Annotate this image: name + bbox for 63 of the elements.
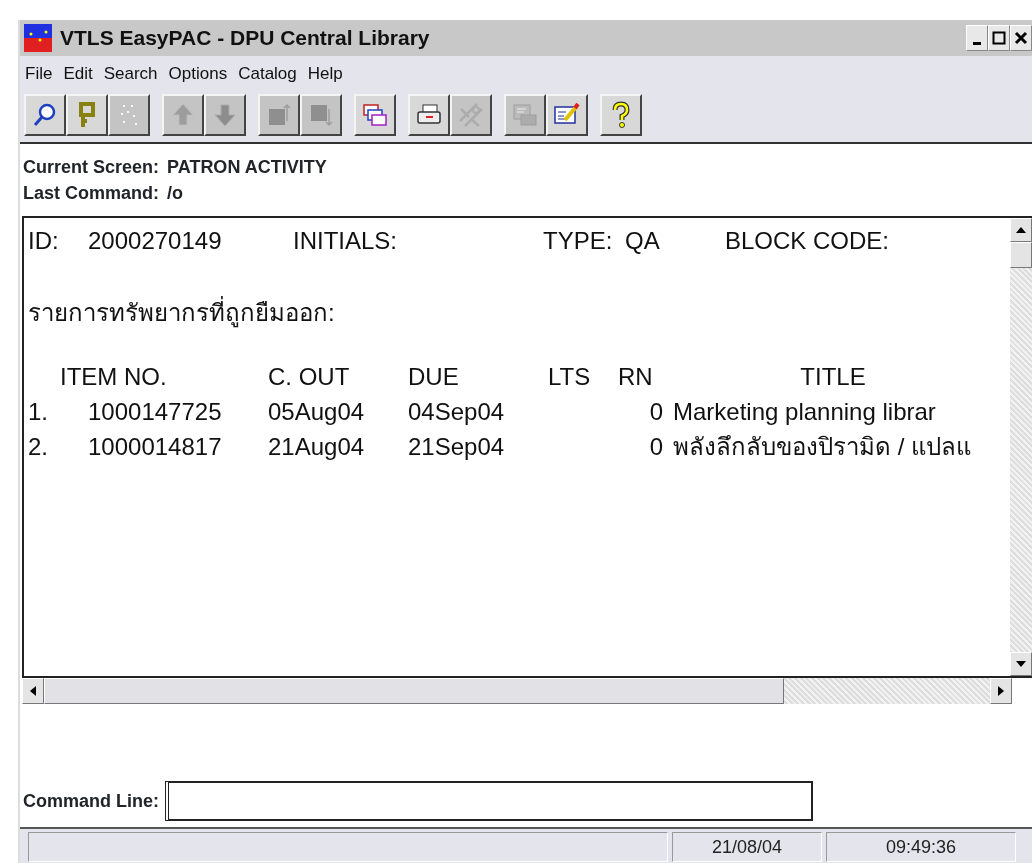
current-screen-label: Current Screen: bbox=[23, 156, 160, 179]
column-header: TITLE bbox=[799, 362, 867, 392]
column-header: DUE bbox=[408, 362, 460, 392]
table-cell-text: 04Sep04 bbox=[408, 397, 506, 427]
toolbar-button[interactable] bbox=[600, 94, 642, 136]
up-arrow-icon bbox=[1016, 227, 1026, 233]
table-cell-text: 0 bbox=[648, 397, 663, 427]
section-heading: รายการทรัพยากรที่ถูกยืมออก: bbox=[28, 296, 1006, 330]
table-cell-text: 1. bbox=[28, 397, 49, 427]
right-arrow-icon bbox=[998, 686, 1004, 696]
menu-item[interactable]: Help bbox=[304, 61, 351, 87]
menu-item[interactable]: Options bbox=[165, 61, 236, 87]
column-header: LTS bbox=[548, 362, 592, 392]
status-time: 09:49:36 bbox=[826, 832, 1016, 862]
column-header: ITEM NO. bbox=[59, 362, 168, 392]
table-cell-text: 1000147725 bbox=[88, 397, 223, 427]
menu-item[interactable]: Edit bbox=[60, 61, 101, 87]
toolbar-button[interactable] bbox=[546, 94, 588, 136]
last-command-label: Last Command: bbox=[23, 182, 159, 205]
table-cell-text: 0 bbox=[648, 432, 663, 462]
table-cell-text: 21Aug04 bbox=[268, 432, 366, 462]
app-logo-icon bbox=[24, 24, 52, 52]
patron-field-label: BLOCK CODE: bbox=[725, 226, 891, 256]
menu-item[interactable]: Search bbox=[100, 61, 166, 87]
status-date: 21/08/04 bbox=[672, 832, 822, 862]
horizontal-scrollbar[interactable] bbox=[22, 678, 1012, 704]
toolbar-button[interactable] bbox=[66, 94, 108, 136]
table-cell-text: 21Sep04 bbox=[408, 432, 506, 462]
table-cell-text: 1000014817 bbox=[88, 432, 223, 462]
left-arrow-icon bbox=[30, 686, 36, 696]
table-cell-text: Marketing planning librar bbox=[672, 397, 937, 427]
close-icon bbox=[1014, 31, 1028, 45]
patron-field-label: ID: bbox=[28, 226, 60, 256]
maximize-icon bbox=[992, 31, 1006, 45]
windows-icon bbox=[361, 101, 389, 129]
toolbar-button[interactable] bbox=[354, 94, 396, 136]
scrollbar-thumb[interactable] bbox=[44, 678, 784, 704]
table-cell-text: 2. bbox=[28, 432, 49, 462]
column-header: C. OUT bbox=[268, 362, 351, 392]
toolbar-button[interactable] bbox=[24, 94, 66, 136]
scrollbar-thumb[interactable] bbox=[1010, 242, 1032, 268]
minimize-button[interactable] bbox=[966, 25, 988, 51]
table-cell-text: 05Aug04 bbox=[268, 397, 366, 427]
window-title: VTLS EasyPAC - DPU Central Library bbox=[60, 25, 430, 52]
command-line-field[interactable] bbox=[165, 781, 813, 821]
patron-field-value: 2000270149 bbox=[88, 226, 223, 256]
form-icon bbox=[511, 101, 539, 129]
down-arrow-icon bbox=[1016, 661, 1026, 667]
patron-field-label: TYPE: bbox=[543, 226, 614, 256]
menu-item[interactable]: Catalog bbox=[235, 61, 305, 87]
maximize-button[interactable] bbox=[988, 25, 1010, 51]
last-command-value: /o bbox=[167, 182, 183, 205]
patron-field-value: QA bbox=[625, 226, 661, 256]
minimize-icon bbox=[973, 41, 981, 45]
command-line-label: Command Line: bbox=[23, 789, 159, 813]
menu-item[interactable]: File bbox=[22, 61, 61, 87]
close-button[interactable] bbox=[1010, 25, 1032, 51]
toolbar-button[interactable] bbox=[408, 94, 450, 136]
column-header: RN bbox=[618, 362, 654, 392]
table-cell-text: พลังลึกลับของปิรามิด / แปลแ bbox=[672, 432, 972, 462]
patron-field-label: INITIALS: bbox=[293, 226, 399, 256]
current-screen-value: PATRON ACTIVITY bbox=[167, 156, 327, 179]
vertical-scrollbar[interactable] bbox=[1010, 218, 1032, 676]
